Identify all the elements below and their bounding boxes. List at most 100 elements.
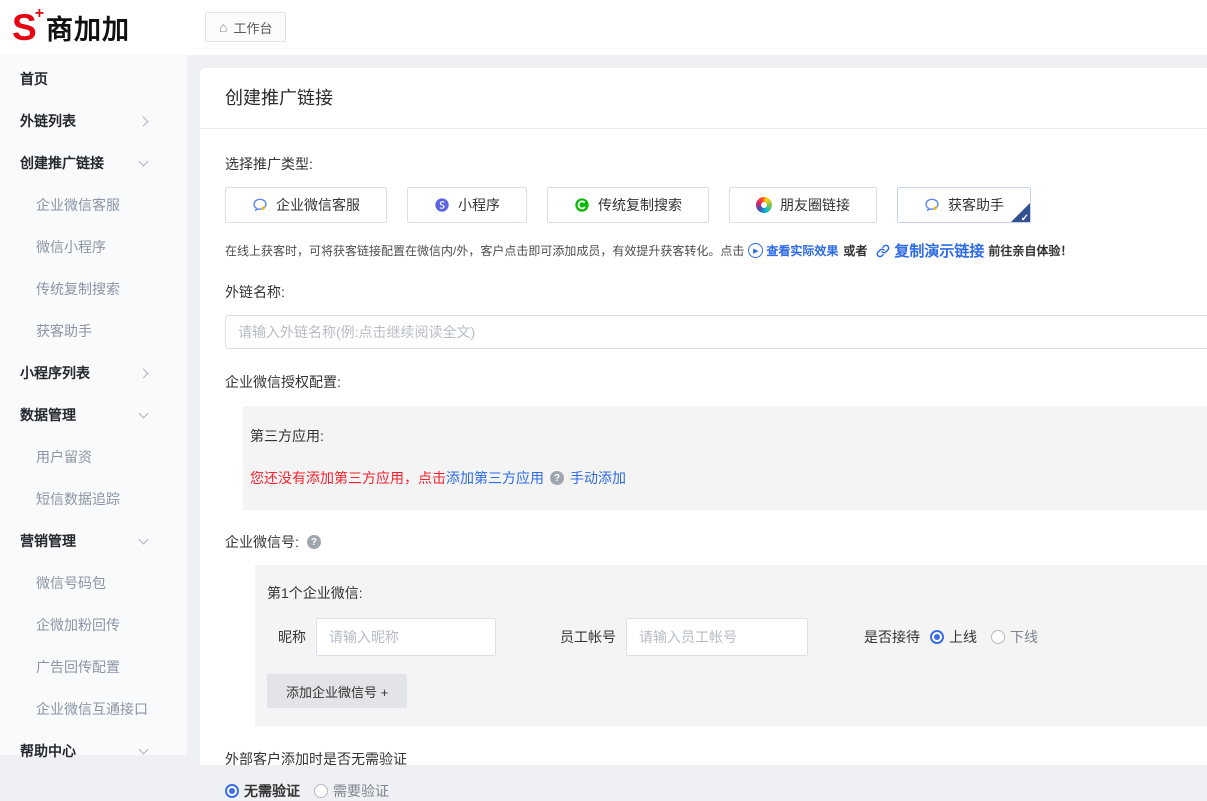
type-copy-search-button[interactable]: 传统复制搜索 bbox=[547, 187, 709, 223]
sidebar-item-label: 微信小程序 bbox=[36, 237, 106, 257]
no-verify-radio[interactable] bbox=[225, 784, 239, 798]
sidebar-item-link-list[interactable]: 外链列表 bbox=[0, 100, 187, 142]
manual-add-link[interactable]: 手动添加 bbox=[570, 468, 626, 488]
sidebar-item-label: 短信数据追踪 bbox=[36, 489, 120, 509]
type-button-label: 朋友圈链接 bbox=[780, 195, 850, 215]
sidebar-item-sms-tracking[interactable]: 短信数据追踪 bbox=[0, 478, 187, 520]
sidebar-item-customer-acquisition[interactable]: 获客助手 bbox=[0, 310, 187, 352]
wecom-auth-config-label: 企业微信授权配置: bbox=[225, 372, 1207, 392]
type-button-label: 小程序 bbox=[458, 195, 500, 215]
type-button-label: 传统复制搜索 bbox=[598, 195, 682, 215]
chevron-down-icon bbox=[139, 409, 149, 419]
wecom-fields-row: 昵称 员工帐号 是否接待 上线 下线 bbox=[267, 618, 1207, 656]
sidebar-item-label: 创建推广链接 bbox=[20, 153, 104, 173]
sidebar-item-create-promo-link[interactable]: 创建推广链接 bbox=[0, 142, 187, 184]
tab-workspace[interactable]: ⌂ 工作台 bbox=[205, 12, 286, 42]
sidebar-item-label: 广告回传配置 bbox=[36, 657, 120, 677]
copy-search-icon bbox=[574, 197, 590, 213]
chevron-down-icon bbox=[139, 745, 149, 755]
first-wecom-title: 第1个企业微信: bbox=[267, 583, 1207, 603]
sidebar-item-help-center[interactable]: 帮助中心 bbox=[0, 730, 187, 772]
type-acquisition-assistant-button[interactable]: 获客助手 ✓ bbox=[897, 187, 1031, 223]
verify-question-label: 外部客户添加时是否无需验证 bbox=[225, 749, 1207, 769]
sidebar-item-wecom-fans-callback[interactable]: 企微加粉回传 bbox=[0, 604, 187, 646]
question-icon[interactable]: ? bbox=[550, 471, 564, 485]
sidebar-item-miniprogram-list[interactable]: 小程序列表 bbox=[0, 352, 187, 394]
card-body: 选择推广类型: 企业微信客服 小程序 bbox=[200, 129, 1207, 801]
promo-type-label: 选择推广类型: bbox=[225, 154, 1207, 174]
chevron-down-icon bbox=[139, 157, 149, 167]
sidebar-item-label: 帮助中心 bbox=[20, 741, 76, 761]
tip-text: 前往亲自体验！ bbox=[988, 242, 1072, 259]
sidebar-item-wechat-miniprogram[interactable]: 微信小程序 bbox=[0, 226, 187, 268]
link-icon[interactable] bbox=[875, 243, 891, 259]
sidebar-item-label: 企业微信客服 bbox=[36, 195, 120, 215]
moments-icon bbox=[756, 197, 772, 213]
type-miniprogram-button[interactable]: 小程序 bbox=[407, 187, 527, 223]
link-name-label: 外链名称: bbox=[225, 282, 1207, 302]
home-icon: ⌂ bbox=[219, 19, 227, 35]
brand-logo-text: 商加加 bbox=[46, 8, 130, 47]
brand-logo-plus: + bbox=[35, 5, 44, 23]
sidebar-item-label: 首页 bbox=[20, 69, 48, 89]
wecom-service-chat-icon bbox=[252, 197, 268, 213]
sidebar-item-label: 企业微信互通接口 bbox=[36, 699, 148, 719]
online-radio-label[interactable]: 上线 bbox=[949, 627, 977, 647]
sidebar-item-label: 获客助手 bbox=[36, 321, 92, 341]
sidebar: S+商加加 首页 外链列表 创建推广链接 企业微信客服 微信小程序 传统复制搜索… bbox=[0, 0, 187, 755]
type-moments-link-button[interactable]: 朋友圈链接 bbox=[729, 187, 877, 223]
sidebar-item-marketing-management[interactable]: 营销管理 bbox=[0, 520, 187, 562]
wecom-account-box: 第1个企业微信: 昵称 员工帐号 是否接待 上线 下线 添加企业微信号 + bbox=[255, 565, 1207, 726]
sidebar-item-label: 企微加粉回传 bbox=[36, 615, 120, 635]
link-name-input[interactable] bbox=[225, 315, 1207, 349]
wecom-account-label-row: 企业微信号: ? bbox=[225, 532, 1207, 552]
add-third-party-link[interactable]: 添加第三方应用 bbox=[446, 468, 544, 488]
sidebar-item-wecom-service[interactable]: 企业微信客服 bbox=[0, 184, 187, 226]
type-button-label: 企业微信客服 bbox=[276, 195, 360, 215]
sidebar-item-data-management[interactable]: 数据管理 bbox=[0, 394, 187, 436]
third-party-label: 第三方应用: bbox=[250, 426, 1207, 446]
promo-type-button-row: 企业微信客服 小程序 传统复制搜索 朋友圈链接 bbox=[225, 187, 1207, 223]
online-radio[interactable] bbox=[930, 630, 944, 644]
main-card: 创建推广链接 选择推广类型: 企业微信客服 小程序 bbox=[200, 68, 1207, 765]
third-party-warning-row: 您还没有添加第三方应用，点击 添加第三方应用 ? 手动添加 bbox=[250, 468, 1207, 488]
third-party-app-box: 第三方应用: 您还没有添加第三方应用，点击 添加第三方应用 ? 手动添加 bbox=[243, 406, 1207, 510]
copy-demo-link[interactable]: 复制演示链接 bbox=[894, 240, 984, 261]
miniprogram-icon bbox=[434, 197, 450, 213]
type-button-label: 获客助手 bbox=[948, 195, 1004, 215]
wecom-account-label: 企业微信号: bbox=[225, 532, 299, 552]
account-input[interactable] bbox=[626, 618, 808, 656]
acquisition-tip: 在线上获客时，可将获客链接配置在微信内/外，客户点击即可添加成员，有效提升获客转… bbox=[225, 240, 1207, 261]
third-party-warning-text: 您还没有添加第三方应用，点击 bbox=[250, 468, 446, 488]
sidebar-item-ad-callback-config[interactable]: 广告回传配置 bbox=[0, 646, 187, 688]
offline-radio-label[interactable]: 下线 bbox=[1010, 627, 1038, 647]
play-icon[interactable]: ▶ bbox=[748, 243, 763, 258]
sidebar-item-label: 微信号码包 bbox=[36, 573, 106, 593]
offline-radio[interactable] bbox=[991, 630, 1005, 644]
nickname-label: 昵称 bbox=[278, 627, 306, 647]
need-verify-radio[interactable] bbox=[314, 784, 328, 798]
tip-text: 或者 bbox=[843, 242, 867, 259]
sidebar-item-label: 营销管理 bbox=[20, 531, 76, 551]
no-verify-radio-label[interactable]: 无需验证 bbox=[244, 781, 300, 801]
need-verify-radio-label[interactable]: 需要验证 bbox=[333, 781, 389, 801]
account-label: 员工帐号 bbox=[560, 627, 616, 647]
sidebar-item-copy-search[interactable]: 传统复制搜索 bbox=[0, 268, 187, 310]
sidebar-item-wecom-interconnect[interactable]: 企业微信互通接口 bbox=[0, 688, 187, 730]
sidebar-item-wechat-number-pack[interactable]: 微信号码包 bbox=[0, 562, 187, 604]
page-title: 创建推广链接 bbox=[200, 68, 1207, 129]
sidebar-item-user-leads[interactable]: 用户留资 bbox=[0, 436, 187, 478]
brand-logo-s: S bbox=[12, 9, 35, 46]
nickname-input[interactable] bbox=[316, 618, 496, 656]
sidebar-item-label: 用户留资 bbox=[36, 447, 92, 467]
type-wecom-service-button[interactable]: 企业微信客服 bbox=[225, 187, 387, 223]
question-icon[interactable]: ? bbox=[307, 535, 321, 549]
sidebar-item-label: 传统复制搜索 bbox=[36, 279, 120, 299]
sidebar-menu: 首页 外链列表 创建推广链接 企业微信客服 微信小程序 传统复制搜索 获客助手 … bbox=[0, 55, 187, 772]
add-wecom-account-button[interactable]: 添加企业微信号 + bbox=[267, 674, 407, 708]
view-effect-link[interactable]: 查看实际效果 bbox=[766, 242, 838, 259]
sidebar-item-label: 外链列表 bbox=[20, 111, 76, 131]
acquisition-assistant-chat-icon bbox=[924, 197, 940, 213]
tab-workspace-label: 工作台 bbox=[233, 18, 272, 37]
sidebar-item-home[interactable]: 首页 bbox=[0, 58, 187, 100]
